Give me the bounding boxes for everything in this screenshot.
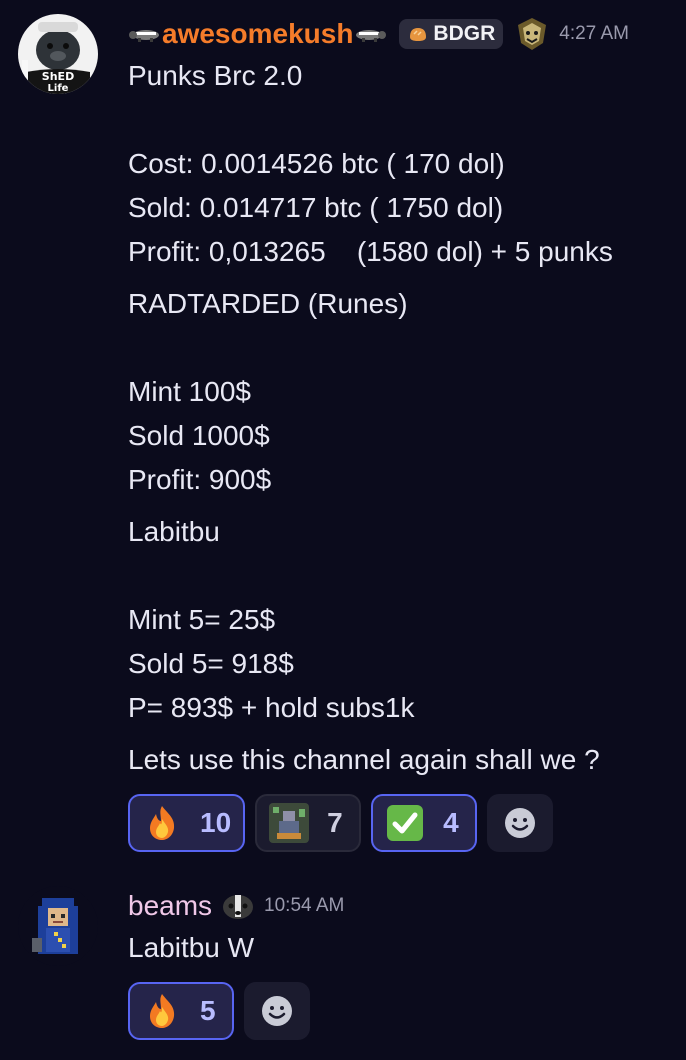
reaction-count: 5 [200,995,216,1026]
custom-emoji [269,803,310,843]
badger-icon [129,30,159,42]
chat-log: ShED Life awesomekush BDGR 4:27 AM Punks… [0,0,686,1060]
server-tag[interactable]: BDGR [399,19,504,49]
svg-text:ShED: ShED [42,70,74,83]
message-line: Sold: 0.014717 btc ( 1750 dol) [128,192,504,223]
reaction-count: 4 [443,807,459,838]
message-body: Labitbu W [128,926,666,970]
message-line: P= 893$ + hold subs1k [128,692,415,723]
fire-icon [150,806,175,840]
message-body: Punks Brc 2.0 Cost: 0.0014526 btc ( 170 … [128,54,666,782]
message-line: Punks Brc 2.0 [128,60,303,91]
add-reaction-button[interactable] [487,794,554,852]
reactions-bar: 5 [128,982,666,1040]
message-line: RADTARDED (Runes) [128,288,408,319]
username-text[interactable]: beams [128,890,212,922]
reactions-bar: 10 7 4 [128,794,666,852]
message-line: Labitbu W [128,932,255,963]
reaction-fire[interactable]: 10 [128,794,246,852]
otter-avatar-image: ShED Life [18,14,98,94]
smiley-add-icon [505,808,536,838]
username-awesomekush[interactable]: awesomekush [128,18,387,50]
reaction-fire[interactable]: 5 [128,982,234,1040]
message-line: Mint 100$ [128,376,251,407]
message-line: Profit: 900$ [128,464,272,495]
message-header: beams 10:54 AM [128,886,666,926]
badger-icon [356,30,387,42]
message-line: Profit: 0,013265 (1580 dol) + 5 punks [128,236,613,267]
reaction-custom[interactable]: 7 [255,794,362,852]
timestamp[interactable]: 4:27 AM [559,23,629,45]
add-reaction-button[interactable] [244,982,310,1040]
message-line: Sold 5= 918$ [128,648,294,679]
username-beams[interactable]: beams [128,890,212,922]
message-line: Mint 5= 25$ [128,604,276,635]
check-mark-icon [387,805,424,841]
role-badge-icon[interactable] [513,15,551,53]
message-line: Sold 1000$ [128,420,270,451]
smiley-add-icon [262,996,292,1026]
badger-face-icon [223,895,254,919]
reaction-check[interactable]: 4 [371,794,478,852]
message-content: beams 10:54 AM Labitbu W 5 [128,886,666,1040]
avatar-awesomekush[interactable]: ShED Life [18,14,98,94]
reaction-count: 7 [327,807,343,838]
avatar-beams[interactable] [18,886,98,966]
message-header: awesomekush BDGR 4:27 AM [128,14,666,54]
message-line: Cost: 0.0014526 btc ( 170 dol) [128,148,505,179]
pixel-avatar-image [18,886,98,966]
bread-icon [410,28,427,41]
timestamp[interactable]: 10:54 AM [264,895,344,917]
reaction-count: 10 [200,807,232,838]
svg-text:Life: Life [48,83,69,94]
message-line: Labitbu [128,516,220,547]
message-content: awesomekush BDGR 4:27 AM Punks Brc 2.0 C… [128,14,666,852]
username-text[interactable]: awesomekush [162,18,353,50]
fire-icon [150,994,175,1028]
server-tag-label: BDGR [433,22,496,45]
message-line: Lets use this channel again shall we ? [128,744,600,775]
